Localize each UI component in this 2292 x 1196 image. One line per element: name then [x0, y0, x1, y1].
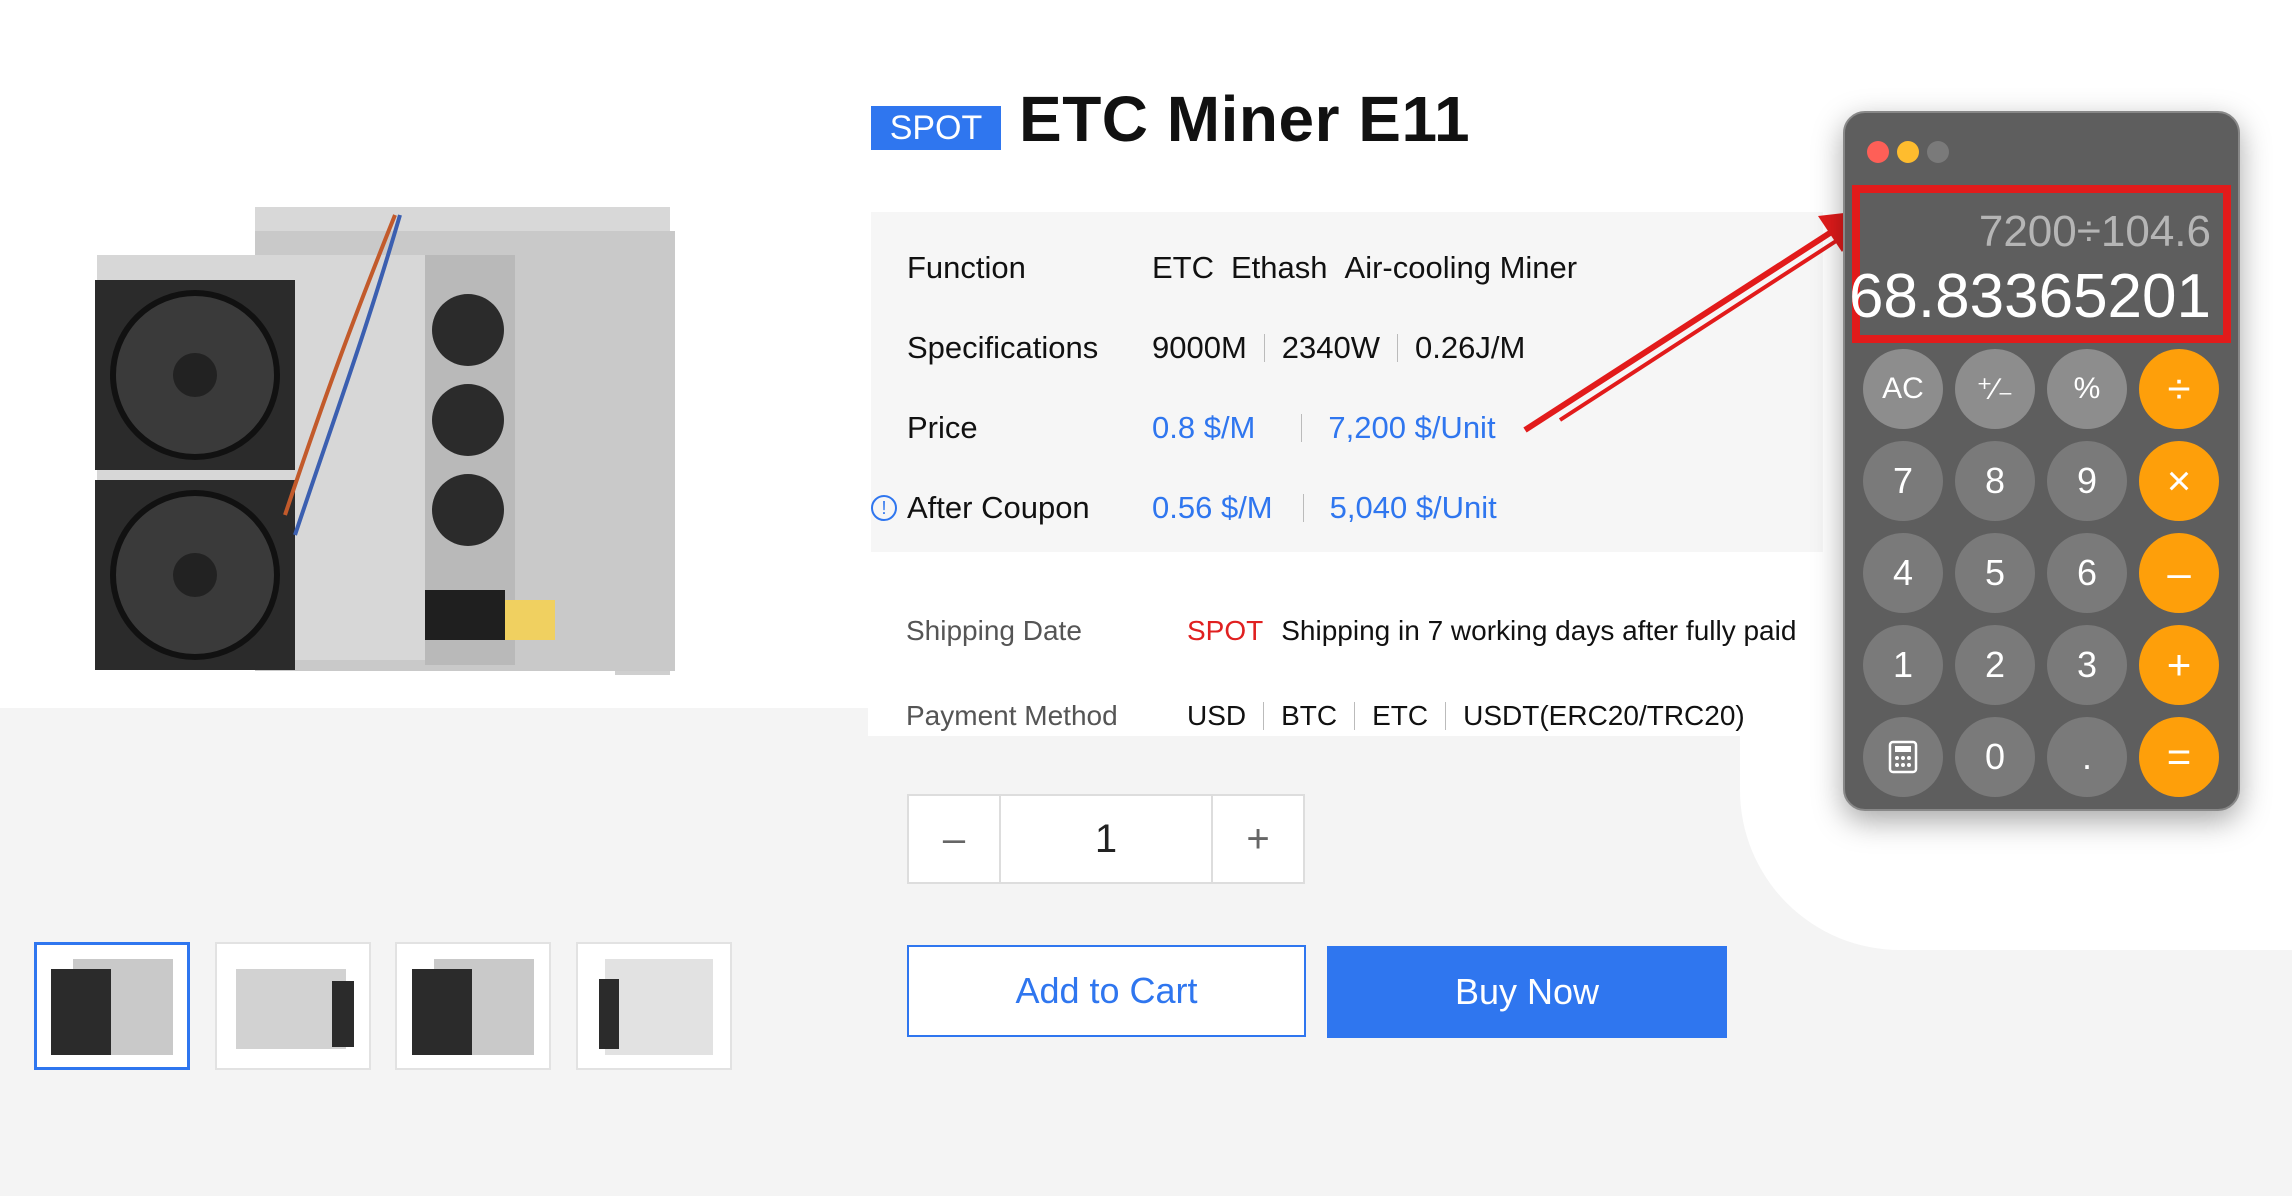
payment-method-btc: BTC [1281, 700, 1338, 731]
divider [1263, 334, 1265, 362]
minimize-window-icon[interactable] [1897, 141, 1919, 163]
shipping-date-value: SPOT Shipping in 7 working days after fu… [1187, 615, 1796, 647]
close-window-icon[interactable] [1867, 141, 1889, 163]
add-to-cart-button[interactable]: Add to Cart [907, 945, 1306, 1037]
key-subtract[interactable]: – [2139, 533, 2219, 613]
quantity-input[interactable]: 1 [999, 796, 1213, 882]
thumbnail-3[interactable] [395, 942, 551, 1070]
thumbnail-image [412, 959, 534, 1055]
calculator-display: 7200÷104.6 68.83365201 [1848, 185, 2231, 343]
divider [1263, 702, 1265, 730]
quantity-increase-button[interactable]: + [1213, 796, 1303, 882]
key-7[interactable]: 7 [1863, 441, 1943, 521]
key-0[interactable]: 0 [1955, 717, 2035, 797]
key-add[interactable]: + [2139, 625, 2219, 705]
key-3[interactable]: 3 [2047, 625, 2127, 705]
spec-value: 2340W [1281, 330, 1381, 365]
payment-method-label: Payment Method [906, 700, 1118, 731]
spec-label: After Coupon [907, 490, 1090, 525]
spec-values: 9000M 2340W 0.26J/M [1152, 330, 1525, 366]
payment-method-usdt: USDT(ERC20/TRC20) [1463, 700, 1745, 731]
thumbnail-4[interactable] [576, 942, 732, 1070]
spec-label: Function [907, 250, 1026, 285]
thumbnail-1[interactable] [34, 942, 190, 1070]
product-title: ETC Miner E11 [1019, 83, 1471, 155]
key-calculator-mode[interactable] [1863, 717, 1943, 797]
divider [1354, 702, 1356, 730]
key-6[interactable]: 6 [2047, 533, 2127, 613]
key-1[interactable]: 1 [1863, 625, 1943, 705]
payment-methods: USD BTC ETC USDT(ERC20/TRC20) [1187, 700, 1745, 732]
spec-value: Ethash [1231, 250, 1328, 285]
thumbnail-image [236, 969, 354, 1049]
payment-method-etc: ETC [1372, 700, 1429, 731]
thumbnail-image [599, 959, 713, 1055]
annotation-arrow [1523, 210, 1870, 433]
price-per-m: 0.8 $/M [1152, 410, 1256, 445]
key-clear[interactable]: AC [1863, 349, 1943, 429]
spec-values: 0.56 $/M 5,040 $/Unit [1152, 490, 1497, 526]
key-equals[interactable]: = [2139, 717, 2219, 797]
payment-method-usd: USD [1187, 700, 1247, 731]
calculator-result: 68.83365201 [1848, 262, 2211, 331]
spec-values: 0.8 $/M 7,200 $/Unit [1152, 410, 1496, 446]
spec-label: Specifications [907, 330, 1099, 365]
key-8[interactable]: 8 [1955, 441, 2035, 521]
divider [1302, 494, 1304, 522]
key-decimal[interactable]: . [2047, 717, 2127, 797]
divider [1397, 334, 1399, 362]
quantity-decrease-button[interactable]: – [909, 796, 999, 882]
key-5[interactable]: 5 [1955, 533, 2035, 613]
key-divide[interactable]: ÷ [2139, 349, 2219, 429]
spec-label: Price [907, 410, 978, 445]
thumbnail-image [51, 959, 173, 1055]
zoom-window-icon[interactable] [1927, 141, 1949, 163]
calculator-expression: 7200÷104.6 [1978, 207, 2211, 256]
product-main-image[interactable] [95, 195, 685, 715]
thumbnail-2[interactable] [215, 942, 371, 1070]
buy-now-button[interactable]: Buy Now [1327, 946, 1727, 1038]
key-percent[interactable]: % [2047, 349, 2127, 429]
key-2[interactable]: 2 [1955, 625, 2035, 705]
calculator-icon [1888, 740, 1918, 774]
shipping-date-label: Shipping Date [906, 615, 1082, 646]
calculator-window: 7200÷104.6 68.83365201 AC ⁺∕₋ % ÷ 7 8 9 … [1843, 111, 2240, 811]
spec-value: ETC [1152, 250, 1214, 285]
quantity-stepper: – 1 + [907, 794, 1305, 884]
key-9[interactable]: 9 [2047, 441, 2127, 521]
shipping-spot-tag: SPOT [1187, 615, 1264, 646]
price-per-unit: 7,200 $/Unit [1328, 410, 1496, 445]
info-icon[interactable]: ! [871, 495, 897, 521]
divider [1445, 702, 1447, 730]
divider [1301, 414, 1303, 442]
spot-badge: SPOT [871, 106, 1001, 150]
spec-value: 9000M [1152, 330, 1247, 365]
key-multiply[interactable]: × [2139, 441, 2219, 521]
coupon-price-per-unit: 5,040 $/Unit [1329, 490, 1497, 525]
key-plus-minus[interactable]: ⁺∕₋ [1955, 349, 2035, 429]
coupon-price-per-m: 0.56 $/M [1152, 490, 1273, 525]
key-4[interactable]: 4 [1863, 533, 1943, 613]
shipping-text: Shipping in 7 working days after fully p… [1281, 615, 1797, 646]
